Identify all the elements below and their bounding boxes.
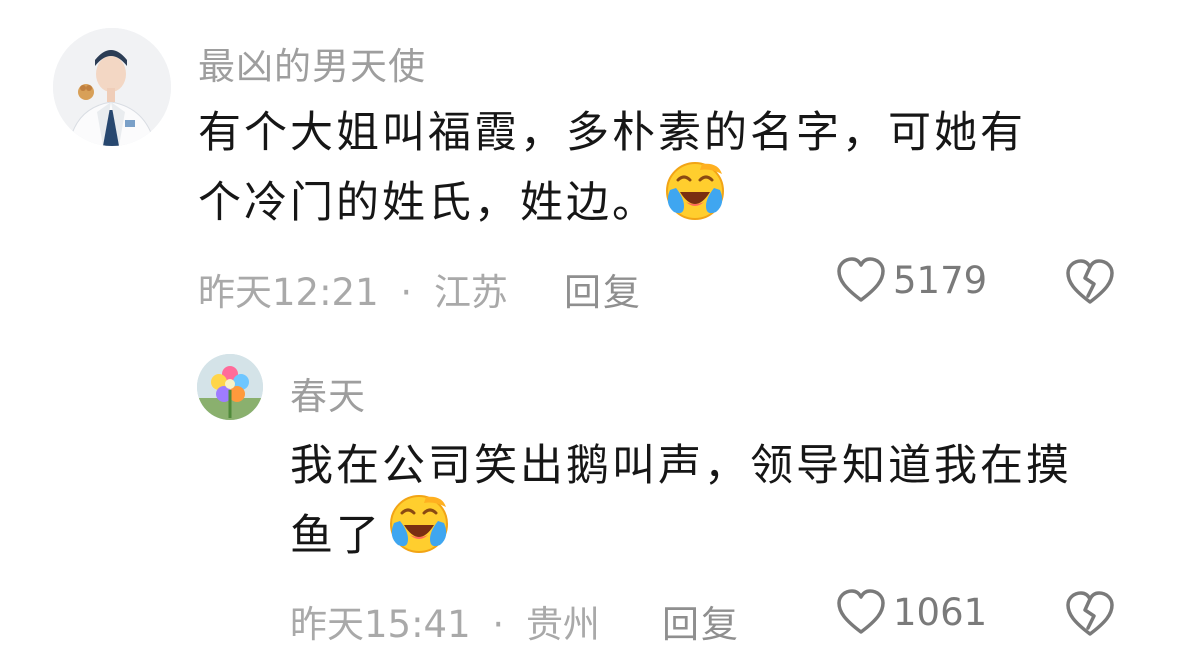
comment-time: 昨天15:41 [290,603,471,646]
dislike-button[interactable] [1064,590,1116,642]
meta-separator: · [492,603,505,646]
comment-text-line: 鱼了 [290,495,1072,576]
comment-username[interactable]: 春天 [290,366,366,420]
comment-meta: 昨天15:41 · 贵州 [290,594,600,648]
like-button[interactable]: 1061 [835,588,987,636]
comment-location: 贵州 [525,603,600,646]
comment-text: 我在公司笑出鹅叫声，领导知道我在摸 鱼了 [290,431,1072,576]
heart-icon [837,589,885,634]
comment-text-line-content: 鱼了 [290,511,382,561]
reply-button[interactable]: 回复 [662,594,740,648]
laughing-crying-emoji-icon [386,491,452,576]
like-count: 1061 [893,590,988,634]
avatar[interactable] [197,354,263,420]
broken-heart-icon [1066,591,1114,636]
comment-2: 春天 我在公司笑出鹅叫声，领导知道我在摸 鱼了 昨天15:41 · 贵州 回复 … [0,0,1179,670]
